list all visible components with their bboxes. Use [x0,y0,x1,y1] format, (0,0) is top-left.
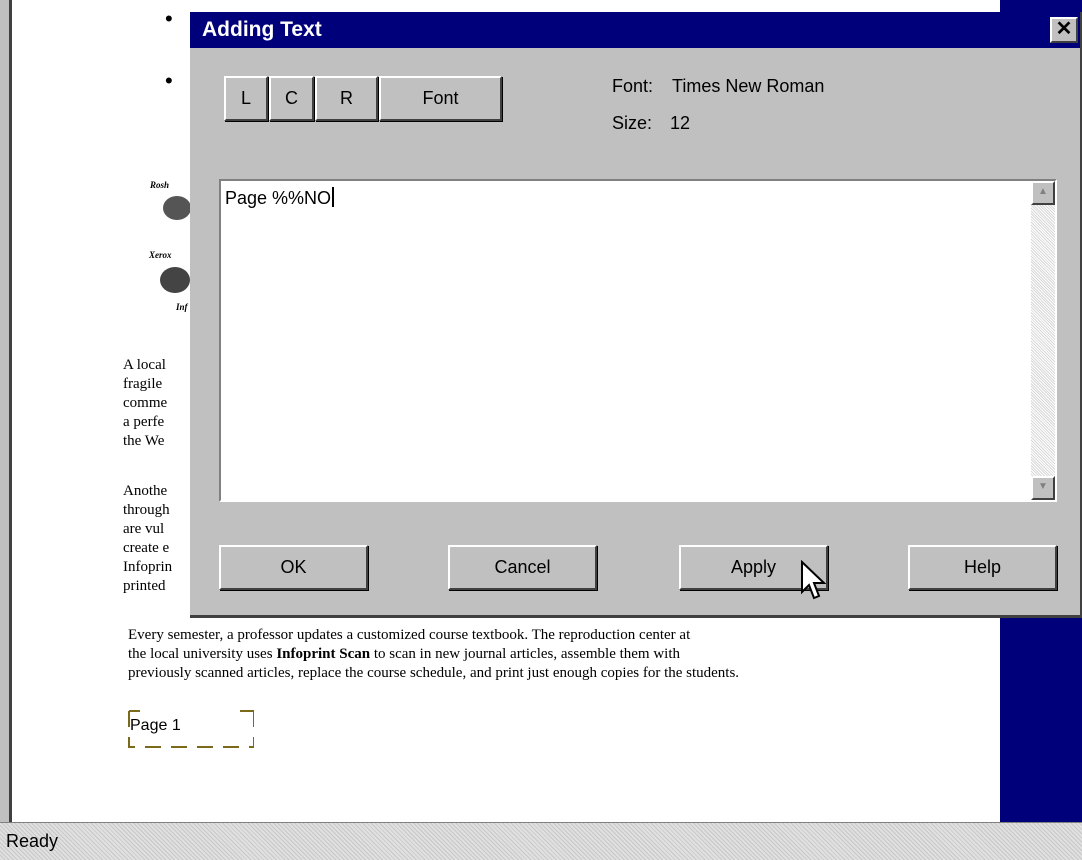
dialog-titlebar[interactable]: Adding Text ✕ [190,12,1080,48]
dialog-title: Adding Text [202,18,322,41]
text-caret [332,187,335,207]
ok-button[interactable]: OK [219,545,368,590]
text-line: through [123,502,170,518]
close-button[interactable]: ✕ [1050,17,1078,43]
help-button[interactable]: Help [908,545,1057,590]
text-run: to scan in new journal articles, assembl… [370,646,681,662]
text-line: previously scanned articles, replace the… [128,665,740,681]
status-text: Ready [6,831,59,851]
text-line: a perfe [123,414,165,430]
arrow-down-icon: ▼ [1038,481,1048,492]
paragraph-3: Every semester, a professor updates a cu… [128,626,1008,683]
thumbnail-shape [160,267,190,293]
font-button[interactable]: Font [379,76,502,121]
thumbnail-label: Rosh [150,180,170,190]
scroll-up-button[interactable]: ▲ [1031,181,1055,205]
scroll-down-button[interactable]: ▼ [1031,476,1055,500]
text-line: comme [123,395,168,411]
size-label: Size: [612,113,653,133]
text-content: Page %%NO [225,187,335,209]
thumbnail-shape [163,196,190,220]
align-center-button[interactable]: C [269,76,314,121]
thumbnail-label: Xerox [149,250,172,260]
thumbnail-label: Inf [176,302,188,312]
paragraph-2: Anothe through are vul create e Infoprin… [123,482,190,596]
cancel-button[interactable]: Cancel [448,545,597,590]
paragraph-1: A local fragile comme a perfe the We [123,356,190,451]
text-line: printed [123,578,166,594]
align-right-button[interactable]: R [315,76,378,121]
arrow-up-icon: ▲ [1038,186,1048,197]
text-line: are vul [123,521,165,537]
text-line: fragile [123,376,163,392]
align-left-button[interactable]: L [224,76,268,121]
font-value: Times New Roman [672,76,825,96]
bullet: • [165,68,173,93]
text-line: the local university uses Infoprint Scan… [128,645,1008,664]
vertical-scrollbar[interactable]: ▲ ▼ [1031,181,1055,500]
text-line: create e [123,540,170,556]
adding-text-dialog: Adding Text ✕ L C R Font Font: Times New… [190,12,1082,618]
window-left-border [0,0,12,822]
page-number-text: Page 1 [130,717,181,734]
page-number-frame[interactable]: Page 1 [128,710,254,748]
mouse-pointer-icon [801,560,827,600]
thumbnail-images [160,196,190,293]
close-icon: ✕ [1055,18,1073,40]
text-line: Every semester, a professor updates a cu… [128,627,691,643]
size-value: 12 [670,113,691,133]
text-line: Infoprin [123,559,173,575]
status-bar: Ready [0,822,1082,860]
text-input-area[interactable]: Page %%NO ▲ ▼ [219,179,1057,502]
text-run: the local university uses [128,646,277,662]
text-line: the We [123,433,165,449]
text-value: Page %%NO [225,188,332,208]
bullet: • [165,6,173,31]
text-line: A local [123,357,166,373]
font-label: Font: [612,76,654,96]
bold-run: Infoprint Scan [276,646,371,662]
text-line: Anothe [123,483,168,499]
